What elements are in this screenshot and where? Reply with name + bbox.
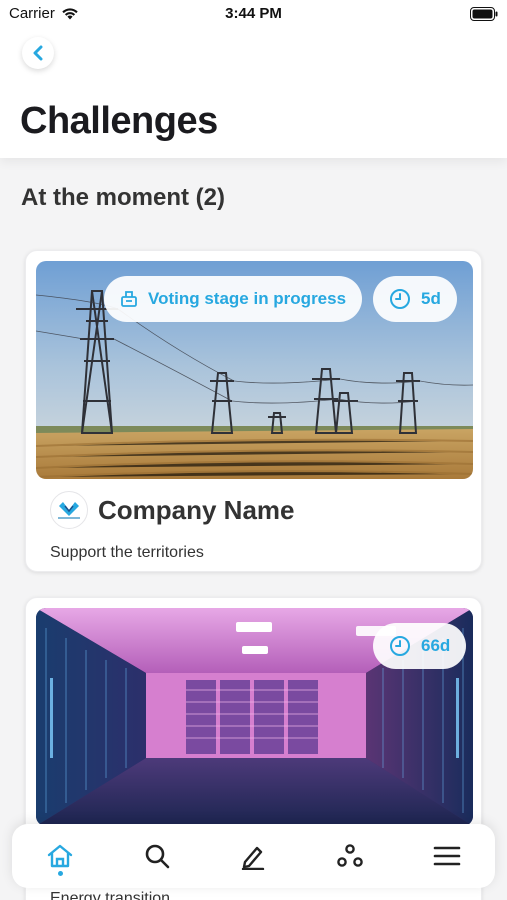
time-left-pill: 66d (373, 623, 467, 669)
active-indicator (57, 871, 63, 876)
ballot-box-icon (121, 291, 137, 307)
tab-edit[interactable] (229, 832, 277, 880)
challenge-image: 66d (36, 608, 473, 826)
search-icon (145, 844, 170, 869)
status-label: Voting stage in progress (148, 289, 347, 308)
time-left-pill: 5d (373, 276, 457, 322)
tab-community[interactable] (326, 832, 374, 880)
chevron-left-icon (33, 45, 43, 61)
community-icon (337, 844, 363, 867)
home-icon (48, 844, 73, 868)
challenge-card[interactable]: Voting stage in progress 5d Company Name… (25, 250, 482, 572)
status-bar: Carrier 3:44 PM (0, 0, 507, 28)
tab-menu[interactable] (423, 832, 471, 880)
header: Carrier 3:44 PM Challenges (0, 0, 507, 158)
clock-icon (390, 636, 410, 656)
time-left-label: 66d (421, 636, 451, 655)
status-pill: Voting stage in progress (104, 276, 363, 322)
clock-icon (390, 289, 410, 309)
status-time: 3:44 PM (225, 5, 282, 22)
section-title: At the moment (2) (21, 184, 225, 211)
company-logo (50, 491, 88, 529)
back-button[interactable] (22, 37, 54, 69)
edit-icon (242, 846, 265, 870)
company-name: Company Name (98, 494, 295, 525)
tab-home[interactable] (36, 832, 84, 880)
page-title: Challenges (20, 100, 218, 142)
company-row: Company Name (50, 491, 295, 529)
battery-icon (470, 7, 498, 21)
challenge-subtitle: Support the territories (50, 544, 204, 561)
time-left-label: 5d (421, 289, 441, 308)
challenge-subtitle: Energy transition (50, 890, 171, 900)
menu-icon (433, 846, 460, 866)
tab-search[interactable] (133, 832, 181, 880)
tab-bar (12, 824, 495, 888)
challenge-image: Voting stage in progress 5d (36, 261, 473, 479)
